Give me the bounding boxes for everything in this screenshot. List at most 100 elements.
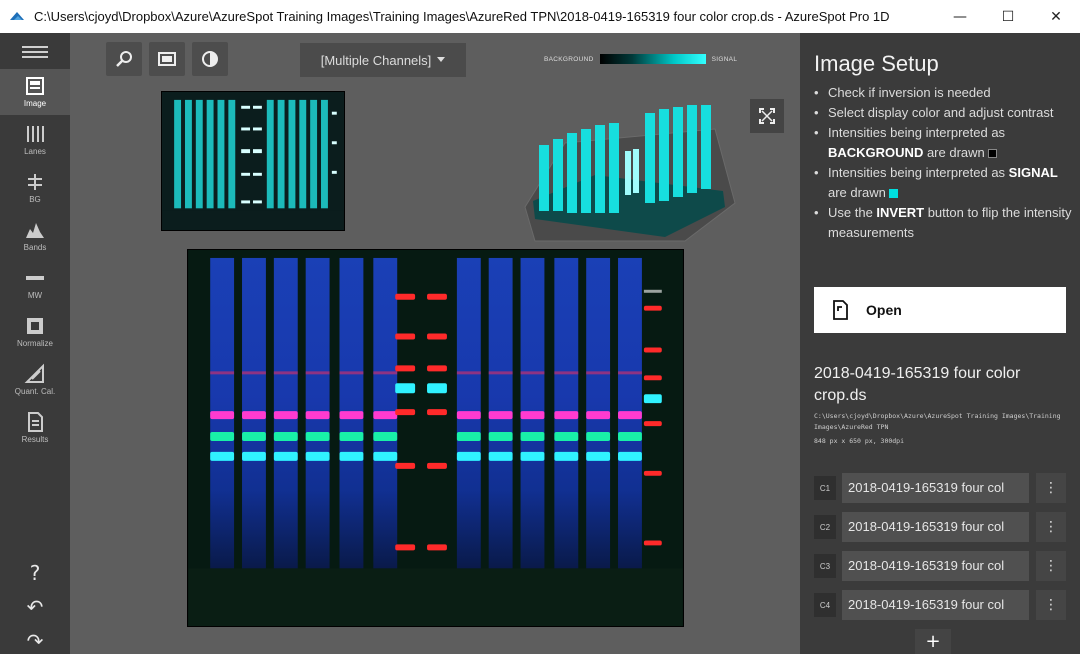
keyword-signal: SIGNAL bbox=[1008, 165, 1058, 180]
gel-band-green bbox=[586, 432, 611, 441]
gel-band-magenta bbox=[210, 411, 235, 420]
instruction-text: are drawn bbox=[923, 145, 985, 160]
channel-select[interactable]: [Multiple Channels] bbox=[300, 43, 466, 77]
gel-band-cyan bbox=[305, 451, 330, 461]
gel-band-magenta bbox=[586, 411, 611, 420]
sidebar-item-label: Image bbox=[23, 99, 47, 108]
gel-band-magenta bbox=[242, 411, 266, 420]
channel-row: C1 2018-0419-165319 four col ⋮ bbox=[814, 473, 1066, 503]
gel-image[interactable] bbox=[187, 249, 684, 627]
contrast-button[interactable] bbox=[192, 42, 228, 76]
close-button[interactable]: ✕ bbox=[1032, 0, 1080, 33]
picture-icon bbox=[158, 52, 176, 66]
marker-band-red bbox=[643, 347, 662, 353]
ladder-band-red bbox=[395, 293, 416, 300]
gel-band-magenta bbox=[273, 411, 298, 420]
channel-options-icon[interactable]: ⋮ bbox=[1036, 590, 1066, 620]
gel-band-magenta bbox=[554, 411, 579, 420]
contrast-icon bbox=[202, 51, 218, 67]
title-bar: C:\Users\cjoyd\Dropbox\Azure\AzureSpot T… bbox=[0, 0, 1080, 33]
redo-icon[interactable]: ↷ bbox=[23, 629, 47, 653]
expand-icon bbox=[759, 108, 775, 124]
sidebar-item-quant-cal[interactable]: Quant. Cal. bbox=[0, 357, 70, 403]
sidebar-item-label: Lanes bbox=[24, 147, 46, 156]
gel-band-cyan bbox=[273, 451, 298, 461]
channel-name-field[interactable]: 2018-0419-165319 four col bbox=[842, 551, 1029, 581]
instruction-item: Use the INVERT button to flip the intens… bbox=[814, 203, 1072, 243]
gel-band-green bbox=[488, 432, 513, 441]
file-path: C:\Users\cjoyd\Dropbox\Azure\AzureSpot T… bbox=[814, 412, 1061, 431]
gel-band-green bbox=[339, 432, 364, 441]
sidebar-item-bg[interactable]: BG bbox=[0, 165, 70, 211]
gel-band-magenta bbox=[520, 411, 545, 420]
ladder-band-red bbox=[395, 365, 416, 372]
gel-band-green bbox=[554, 432, 579, 441]
bands-icon bbox=[26, 223, 44, 238]
maximize-button[interactable]: ☐ bbox=[984, 0, 1032, 33]
ladder-band-red bbox=[427, 293, 447, 300]
undo-icon[interactable]: ↶ bbox=[23, 595, 47, 619]
marker-band-cyan bbox=[643, 394, 662, 404]
window-title: C:\Users\cjoyd\Dropbox\Azure\AzureSpot T… bbox=[34, 9, 890, 24]
channel-options-icon[interactable]: ⋮ bbox=[1036, 512, 1066, 542]
image-view-button[interactable] bbox=[149, 42, 185, 76]
image-icon bbox=[26, 77, 44, 95]
sidebar-item-bands[interactable]: Bands bbox=[0, 213, 70, 259]
ladder-band-cyan bbox=[395, 383, 416, 394]
sidebar-item-normalize[interactable]: Normalize bbox=[0, 309, 70, 355]
gel-band-green bbox=[520, 432, 545, 441]
image-setup-panel: Image Setup Check if inversion is needed… bbox=[800, 33, 1080, 654]
instruction-text: Intensities being interpreted as bbox=[828, 165, 1009, 180]
ladder-band-red bbox=[395, 544, 416, 551]
sidebar-item-label: Normalize bbox=[16, 339, 53, 348]
gel-band-green bbox=[210, 432, 235, 441]
sidebar-item-mw[interactable]: MW bbox=[0, 261, 70, 307]
surface-3d-preview[interactable] bbox=[515, 91, 745, 251]
instruction-item: Check if inversion is needed bbox=[814, 83, 1072, 103]
gel-band-faint bbox=[488, 371, 513, 375]
image-toolbar: [Multiple Channels] BACKGROUND SIGNAL bbox=[70, 33, 800, 83]
hamburger-menu-icon[interactable] bbox=[22, 43, 48, 63]
instruction-item: Select display color and adjust contrast bbox=[814, 103, 1072, 123]
sidebar-item-image[interactable]: Image bbox=[0, 69, 70, 115]
gel-band-faint bbox=[373, 371, 398, 375]
image-workspace: [Multiple Channels] BACKGROUND SIGNAL bbox=[70, 33, 800, 654]
gel-band-magenta bbox=[339, 411, 364, 420]
gel-band-green bbox=[273, 432, 298, 441]
instruction-text: Use the bbox=[828, 205, 877, 220]
intensity-colorbar: BACKGROUND SIGNAL bbox=[544, 53, 764, 65]
ladder-band-red bbox=[427, 544, 447, 551]
open-file-icon bbox=[833, 300, 848, 320]
channel-name-field[interactable]: 2018-0419-165319 four col bbox=[842, 473, 1029, 503]
gel-band-faint bbox=[242, 371, 266, 375]
gel-band-magenta bbox=[456, 411, 481, 420]
zoom-button[interactable] bbox=[106, 42, 142, 76]
ladder-band-red bbox=[395, 409, 416, 416]
channel-name-field[interactable]: 2018-0419-165319 four col bbox=[842, 512, 1029, 542]
gel-band-green bbox=[373, 432, 398, 441]
minimize-button[interactable]: — bbox=[936, 0, 984, 33]
ladder-band-red bbox=[427, 365, 447, 372]
instruction-text: Select display color and adjust contrast bbox=[828, 105, 1054, 120]
ladder-band-red bbox=[427, 333, 447, 340]
channel-name-field[interactable]: 2018-0419-165319 four col bbox=[842, 590, 1029, 620]
gel-band-faint bbox=[456, 371, 481, 375]
sidebar-item-lanes[interactable]: Lanes bbox=[0, 117, 70, 163]
quant-cal-icon bbox=[24, 363, 44, 383]
add-channel-button[interactable]: + bbox=[915, 629, 951, 654]
gel-band-green bbox=[618, 432, 642, 441]
help-icon[interactable]: ? bbox=[23, 561, 47, 585]
thumbnail-2d-preview[interactable] bbox=[161, 91, 345, 231]
channel-options-icon[interactable]: ⋮ bbox=[1036, 551, 1066, 581]
background-icon bbox=[28, 174, 42, 190]
ladder-band-red bbox=[427, 409, 447, 416]
sidebar-item-results[interactable]: Results bbox=[0, 405, 70, 451]
sidebar-item-label: Quant. Cal. bbox=[14, 387, 56, 396]
open-button[interactable]: Open bbox=[814, 287, 1066, 333]
fullscreen-button[interactable] bbox=[750, 99, 784, 133]
sidebar-item-label: MW bbox=[27, 291, 43, 300]
gel-band-cyan bbox=[554, 451, 579, 461]
gel-band-cyan bbox=[242, 451, 266, 461]
channel-badge: C2 bbox=[814, 515, 836, 539]
channel-options-icon[interactable]: ⋮ bbox=[1036, 473, 1066, 503]
